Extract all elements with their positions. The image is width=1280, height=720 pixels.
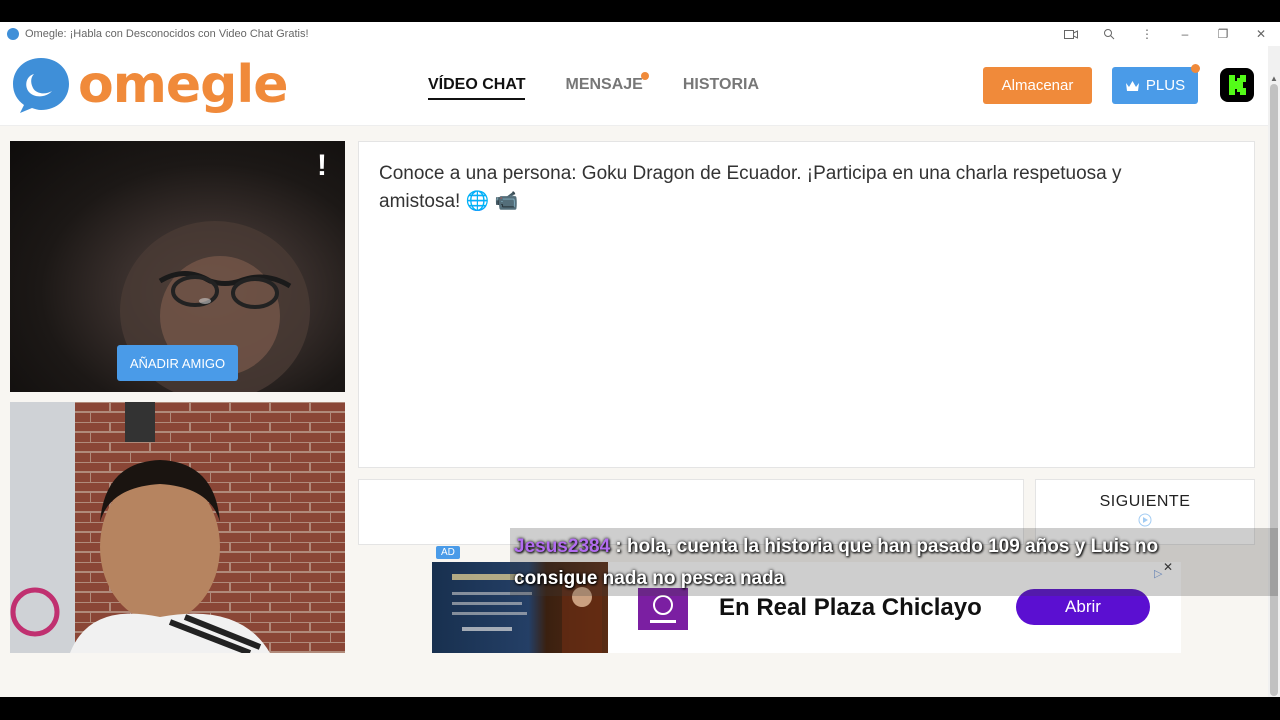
screen-bottom-border [0, 697, 1280, 720]
camera-icon[interactable] [1052, 22, 1090, 46]
scrollbar-thumb[interactable] [1270, 84, 1278, 696]
nav-message[interactable]: MENSAJE [565, 72, 649, 100]
ad-headline: En Real Plaza Chiclayo [719, 594, 982, 621]
chat-log: Conoce a una persona: Goku Dragon de Ecu… [358, 141, 1255, 468]
nav-history[interactable]: HISTORIA [683, 76, 759, 100]
plus-notification-dot [1191, 64, 1200, 73]
page-scrollbar[interactable]: ▲ ▼ [1268, 46, 1280, 717]
omegle-logo-icon [10, 56, 72, 114]
self-camera-image [10, 402, 345, 653]
overlay-username: Jesus2384 [514, 536, 611, 557]
plus-label: PLUS [1145, 77, 1186, 94]
add-friend-button[interactable]: AÑADIR AMIGO [117, 345, 238, 381]
browser-window: Omegle: ¡Habla con Desconocidos con Vide… [0, 22, 1280, 717]
window-controls: ⋮ – ❐ ✕ [1052, 22, 1280, 46]
overlay-line-1: Jesus2384 : hola, cuenta la historia que… [514, 531, 1274, 563]
window-title: Omegle: ¡Habla con Desconocidos con Vide… [25, 28, 309, 40]
stream-chat-overlay: Jesus2384 : hola, cuenta la historia que… [510, 528, 1278, 596]
omegle-logo[interactable]: omegle [10, 56, 288, 114]
stranger-video: ! AÑADIR AMIGO [10, 141, 345, 392]
play-icon [1138, 513, 1152, 527]
nav-message-label: MENSAJE [565, 76, 643, 93]
overlay-message-1: : hola, cuenta la historia que han pasad… [610, 536, 1159, 557]
chat-intro-message: Conoce a una persona: Goku Dragon de Ecu… [379, 163, 1122, 212]
restore-icon[interactable]: ❐ [1204, 22, 1242, 46]
store-button[interactable]: Almacenar [983, 67, 1092, 104]
crown-icon [1125, 80, 1139, 91]
ad-label: AD [436, 546, 460, 559]
more-options-icon[interactable]: ⋮ [1128, 22, 1166, 46]
notification-dot [640, 72, 649, 80]
logo-wordmark: omegle [78, 55, 288, 115]
next-button-label: SIGUIENTE [1099, 493, 1191, 510]
site-header: omegle VÍDEO CHAT MENSAJE HISTORIA Almac… [0, 46, 1268, 126]
self-video [10, 402, 345, 653]
omegle-favicon-icon [7, 28, 19, 40]
title-bar: Omegle: ¡Habla con Desconocidos con Vide… [0, 22, 1280, 46]
plus-button[interactable]: PLUS [1112, 64, 1200, 104]
nav-video-chat[interactable]: VÍDEO CHAT [428, 76, 526, 100]
main-nav: VÍDEO CHAT MENSAJE HISTORIA [428, 72, 759, 100]
scroll-up-icon[interactable]: ▲ [1268, 72, 1280, 84]
close-icon[interactable]: ✕ [1242, 22, 1280, 46]
overlay-message-2: consigue nada no pesca nada [514, 568, 785, 589]
screen-top-border [0, 0, 1280, 22]
zoom-icon[interactable] [1090, 22, 1128, 46]
minimize-icon[interactable]: – [1166, 22, 1204, 46]
kick-extension-icon[interactable] [1220, 68, 1254, 102]
report-button[interactable]: ! [317, 149, 327, 183]
